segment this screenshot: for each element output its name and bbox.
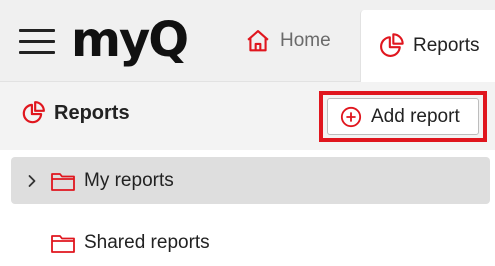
add-report-button[interactable]: Add report — [327, 98, 479, 135]
chevron-right-icon[interactable] — [24, 173, 40, 189]
tab-reports-label: Reports — [413, 35, 480, 56]
pie-chart-icon — [20, 100, 46, 126]
tab-reports[interactable]: Reports — [360, 10, 495, 82]
tree-item-my-reports[interactable]: My reports — [11, 157, 490, 204]
tab-home-label: Home — [280, 30, 331, 51]
folder-icon — [50, 170, 76, 192]
tree-item-label: My reports — [84, 169, 174, 191]
folder-icon — [50, 232, 76, 254]
myq-logo[interactable]: myQ — [71, 14, 189, 66]
panel-title-label: Reports — [54, 101, 130, 124]
tree-item-shared-reports[interactable]: Shared reports — [11, 219, 490, 266]
home-icon — [244, 27, 272, 55]
hamburger-menu-icon[interactable] — [19, 29, 55, 55]
pie-chart-icon — [377, 32, 405, 60]
tab-home[interactable]: Home — [230, 0, 358, 82]
tree-item-label: Shared reports — [84, 231, 210, 253]
add-report-label: Add report — [371, 105, 460, 127]
panel-title: Reports — [20, 100, 130, 126]
top-bar: myQ Home Reports — [0, 0, 495, 82]
plus-circle-icon — [340, 106, 362, 128]
